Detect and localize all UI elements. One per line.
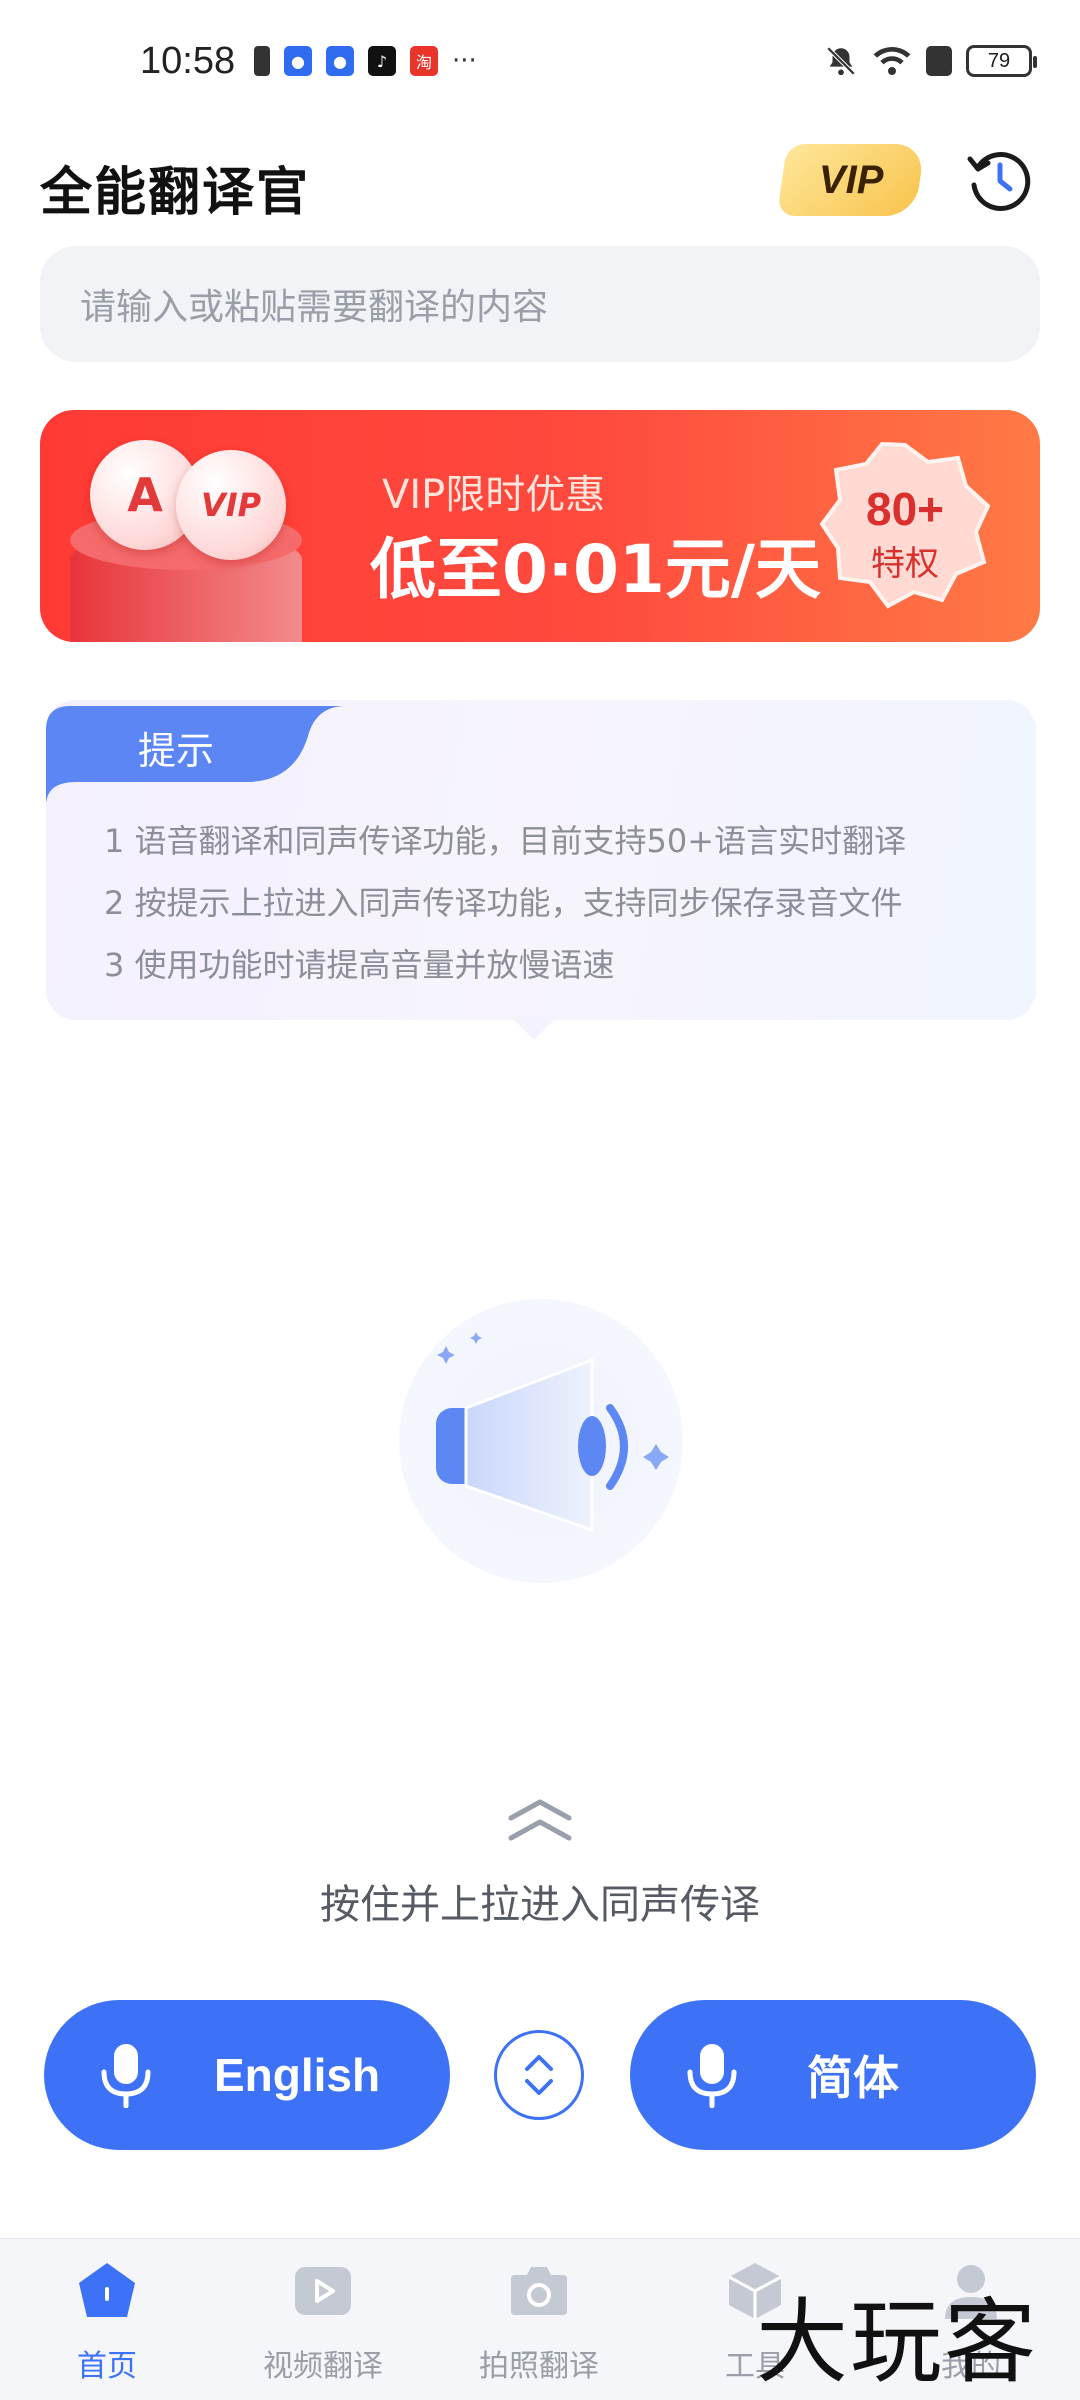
video-icon: [295, 2267, 351, 2315]
target-language-button[interactable]: 简体: [630, 2000, 1036, 2150]
chevron-up-icon: [508, 1799, 572, 1841]
tips-line-2: 2 按提示上拉进入同声传译功能，支持同步保存录音文件: [104, 884, 903, 922]
swap-arrows-icon: [525, 2055, 553, 2095]
source-language-button[interactable]: English: [44, 2000, 450, 2150]
notification-icons: ● ● ♪ 淘 ···: [254, 46, 477, 76]
vip-button[interactable]: VIP: [776, 144, 926, 216]
swap-languages-button[interactable]: [494, 2030, 584, 2120]
pull-up-hint: 按住并上拉进入同声传译: [320, 1882, 760, 1928]
system-icons: 79: [824, 44, 1037, 78]
badge-label: 特权: [871, 544, 939, 584]
nav-video-translate[interactable]: 视频翻译: [233, 2259, 413, 2385]
mute-bell-icon: [826, 46, 856, 76]
alert-icon: [926, 46, 952, 76]
tips-title: 提示: [138, 729, 215, 773]
target-language-label: 简体: [807, 2051, 899, 2105]
tips-pointer: [510, 1016, 558, 1040]
translate-input[interactable]: 请输入或粘贴需要翻译的内容: [40, 246, 1040, 362]
banner-subtitle: VIP限时优惠: [382, 472, 606, 518]
app-title: 全能翻译官: [40, 163, 311, 223]
vip-coin-icon: VIP: [176, 450, 286, 560]
vip-promo-banner[interactable]: A VIP VIP限时优惠 低至0·01元/天 80+ 特权: [40, 410, 1040, 642]
status-time: 10:58: [140, 40, 236, 82]
vip-button-label: VIP: [818, 157, 884, 202]
nav-photo-label: 拍照翻译: [479, 2349, 599, 2384]
battery-alert-icon: [254, 46, 270, 76]
tips-line-3: 3 使用功能时请提高音量并放慢语速: [104, 946, 615, 984]
banner-headline: 低至0·01元/天: [370, 531, 821, 608]
baidu-icon: ●: [284, 46, 312, 76]
tiktok-icon: ♪: [368, 46, 396, 76]
nav-home[interactable]: 首页: [17, 2259, 197, 2385]
translate-input-placeholder: 请输入或粘贴需要翻译的内容: [80, 287, 549, 328]
privilege-badge: 80+ 特权: [819, 440, 991, 610]
wifi-icon: [873, 47, 911, 75]
camera-icon: [511, 2267, 567, 2315]
tips-line-1: 1 语音翻译和同声传译功能，目前支持50+语言实时翻译: [104, 822, 907, 860]
source-language-label: English: [213, 2049, 381, 2101]
watermark-text: 大玩客: [756, 2289, 1039, 2396]
badge-value: 80+: [865, 483, 945, 535]
status-bar: 10:58 ● ● ♪ 淘 ··· 79: [0, 0, 1080, 130]
battery-indicator: 79: [966, 45, 1037, 77]
history-clock-icon[interactable]: [964, 145, 1034, 215]
nav-photo-translate[interactable]: 拍照翻译: [449, 2259, 629, 2385]
baidu-icon-2: ●: [326, 46, 354, 76]
speaker-icon: [399, 1299, 683, 1583]
nav-video-label: 视频翻译: [263, 2349, 383, 2384]
nav-home-label: 首页: [77, 2349, 137, 2384]
more-notifications-icon: ···: [452, 46, 477, 76]
taobao-icon: 淘: [410, 46, 438, 76]
home-icon: [79, 2263, 135, 2317]
